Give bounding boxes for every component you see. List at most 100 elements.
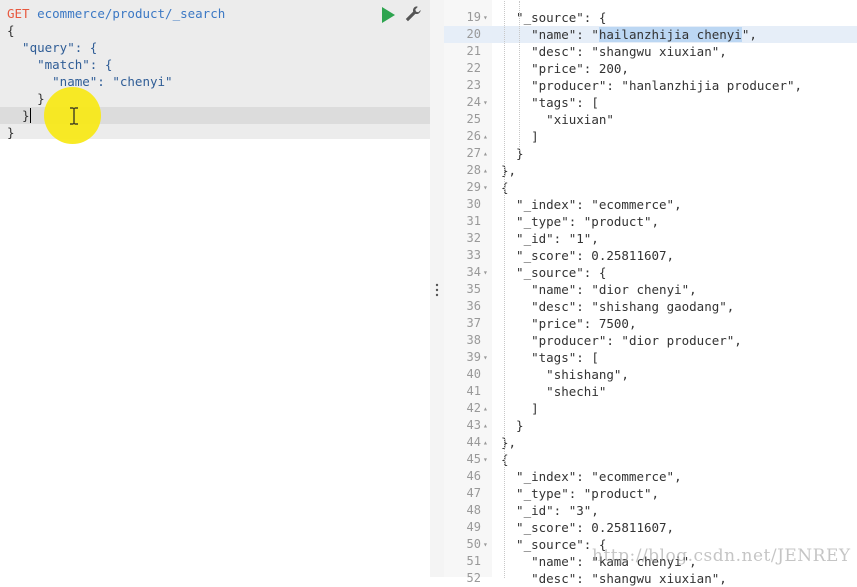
wrench-icon[interactable] [404,5,422,23]
line-number: 36 [466,299,481,313]
response-code: "_source": { [516,10,607,25]
response-line[interactable]: 39 ▾ "tags": [ [444,349,857,366]
response-line[interactable]: 21 "desc": "shangwu xiuxian", [444,43,857,60]
indent-guide [504,1,505,578]
indent-guide [519,1,521,151]
response-line[interactable]: 45 ▾{ [444,451,857,468]
line-number: 46 [466,469,481,483]
request-body-line[interactable]: } [7,107,30,124]
request-body-line[interactable]: "query": { [7,39,97,56]
response-code: "_index": "ecommerce", [516,469,682,484]
response-code: "name": "hailanzhijia chenyi", [531,27,757,42]
line-number: 31 [466,214,481,228]
watermark: http://blog.csdn.net/JENREY [592,546,851,566]
response-line[interactable]: 42 ▴] [444,400,857,417]
text-caret [30,108,31,123]
response-line[interactable]: 32 "_id": "1", [444,230,857,247]
response-line[interactable]: 26 ▴] [444,128,857,145]
response-code: "tags": [ [531,350,599,365]
line-number: 27 [466,146,481,160]
fold-toggle-icon[interactable]: ▾ [483,264,491,281]
response-line[interactable]: 33 "_score": 0.25811607, [444,247,857,264]
line-number: 22 [466,61,481,75]
fold-end-icon[interactable]: ▴ [483,434,491,451]
response-line[interactable]: 37 "price": 7500, [444,315,857,332]
request-body-line[interactable]: } [7,124,15,141]
line-number: 51 [466,554,481,568]
fold-end-icon[interactable]: ▴ [483,162,491,179]
fold-toggle-icon[interactable]: ▾ [483,536,491,553]
request-body-line[interactable]: } [7,90,45,107]
response-line[interactable]: 19 ▾ "_source": { [444,9,857,26]
request-path: ecommerce/product/_search [37,6,226,21]
response-line[interactable]: 35 "name": "dior chenyi", [444,281,857,298]
response-line[interactable]: 29 ▾{ [444,179,857,196]
response-code: "tags": [ [531,95,599,110]
response-code: } [516,418,524,433]
response-line[interactable]: 24 ▾ "tags": [ [444,94,857,111]
fold-end-icon[interactable]: ▴ [483,417,491,434]
line-number: 43 [466,418,481,432]
response-line[interactable]: 27 ▴} [444,145,857,162]
line-number: 32 [466,231,481,245]
response-code: "_index": "ecommerce", [516,197,682,212]
play-icon[interactable] [382,7,395,23]
line-number: 20 [466,27,481,41]
response-code: "_source": { [516,265,607,280]
response-code: "_score": 0.25811607, [516,520,675,535]
line-number: 38 [466,333,481,347]
response-line[interactable]: 44 ▴}, [444,434,857,451]
response-line[interactable]: 31 "_type": "product", [444,213,857,230]
response-line[interactable]: 43 ▴} [444,417,857,434]
request-body-line[interactable]: { [7,22,15,39]
line-number: 41 [466,384,481,398]
response-line[interactable]: 38 "producer": "dior producer", [444,332,857,349]
line-number: 30 [466,197,481,211]
fold-toggle-icon[interactable]: ▾ [483,451,491,468]
response-line[interactable]: 48 "_id": "3", [444,502,857,519]
line-number: 35 [466,282,481,296]
response-line[interactable]: 46 "_index": "ecommerce", [444,468,857,485]
response-line[interactable]: 41 "shechi" [444,383,857,400]
line-number: 47 [466,486,481,500]
line-number: 28 [466,163,481,177]
fold-end-icon[interactable]: ▴ [483,128,491,145]
response-code: "_type": "product", [516,214,660,229]
line-number: 25 [466,112,481,126]
response-line[interactable]: 40 "shishang", [444,366,857,383]
fold-toggle-icon[interactable]: ▾ [483,94,491,111]
response-line[interactable]: 34 ▾ "_source": { [444,264,857,281]
response-line[interactable]: 25 "xiuxian" [444,111,857,128]
fold-toggle-icon[interactable]: ▾ [483,9,491,26]
response-code: "_id": "3", [516,503,599,518]
response-code: "_score": 0.25811607, [516,248,675,263]
request-line[interactable]: GET ecommerce/product/_search [7,5,225,22]
request-body-line[interactable]: "match": { [7,56,112,73]
response-line[interactable]: 36 "desc": "shishang gaodang", [444,298,857,315]
response-line[interactable]: 52 "desc": "shangwu xiuxian", [444,570,857,587]
fold-end-icon[interactable]: ▴ [483,145,491,162]
request-body-line[interactable]: "name": "chenyi" [7,73,172,90]
response-code: "name": "dior chenyi", [531,282,697,297]
response-code: "price": 7500, [531,316,637,331]
response-line[interactable]: 23 "producer": "hanlanzhijia producer", [444,77,857,94]
selected-text: hailanzhijia chenyi [598,27,742,42]
line-number: 37 [466,316,481,330]
response-line[interactable]: 47 "_type": "product", [444,485,857,502]
response-code: ] [531,129,539,144]
fold-toggle-icon[interactable]: ▾ [483,179,491,196]
line-number: 52 [466,571,481,585]
response-code: "_type": "product", [516,486,660,501]
response-line[interactable]: 30 "_index": "ecommerce", [444,196,857,213]
response-line[interactable]: 22 "price": 200, [444,60,857,77]
request-editor[interactable]: GET ecommerce/product/_search { "query":… [0,0,431,577]
response-code: "shishang", [546,367,629,382]
response-line[interactable]: 49 "_score": 0.25811607, [444,519,857,536]
response-line[interactable]: 20 "name": "hailanzhijia chenyi", [444,26,857,43]
fold-toggle-icon[interactable]: ▾ [483,349,491,366]
line-number: 34 [466,265,481,279]
response-line[interactable]: 28 ▴}, [444,162,857,179]
drag-handle-icon[interactable] [435,283,439,297]
fold-end-icon[interactable]: ▴ [483,400,491,417]
line-number: 21 [466,44,481,58]
